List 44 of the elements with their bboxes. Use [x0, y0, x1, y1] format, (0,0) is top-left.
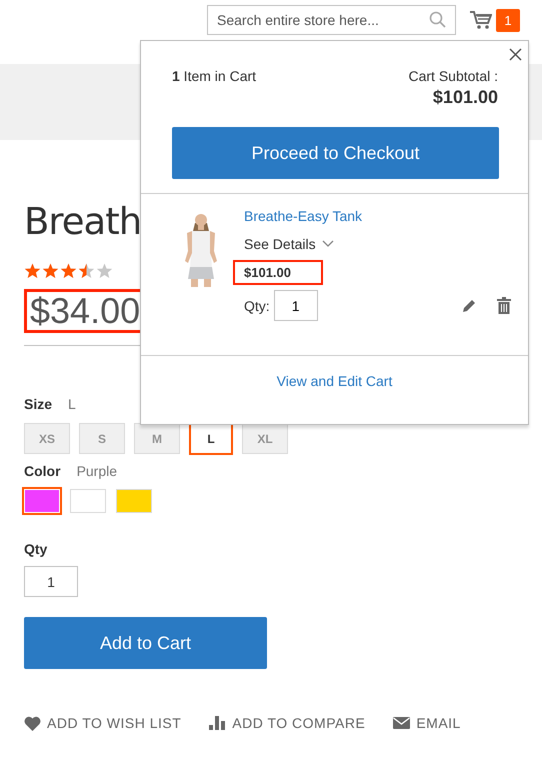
cart-icon[interactable]: [470, 10, 492, 30]
bar-chart-icon: [209, 716, 226, 730]
qty-label: Qty: [24, 541, 48, 557]
size-value: L: [68, 396, 76, 412]
star-icon: [60, 263, 77, 279]
action-link[interactable]: ADD TO WISH LIST: [24, 715, 182, 731]
trash-icon[interactable]: [497, 297, 511, 314]
star-icon: [78, 263, 95, 279]
action-link[interactable]: ADD TO COMPARE: [209, 715, 366, 731]
see-details-toggle[interactable]: See Details: [244, 236, 334, 252]
chevron-down-icon: [322, 240, 334, 248]
cart-item-count: 1 Item in Cart: [172, 68, 256, 86]
color-value: Purple: [76, 463, 118, 479]
item-qty-input[interactable]: 1: [274, 290, 318, 321]
action-link[interactable]: EMAIL: [393, 715, 461, 731]
checkout-button[interactable]: Proceed to Checkout: [172, 127, 499, 179]
star-icon: [42, 263, 59, 279]
search-icon: [429, 11, 447, 29]
heart-icon: [24, 716, 41, 730]
product-name-link[interactable]: Breathe-Easy Tank: [244, 208, 511, 224]
size-option[interactable]: M: [134, 423, 180, 454]
pencil-icon[interactable]: [462, 298, 477, 313]
cart-count-badge: 1: [496, 8, 520, 32]
color-swatch[interactable]: [70, 489, 106, 513]
add-to-cart-button[interactable]: Add to Cart: [24, 617, 267, 669]
size-label: Size: [24, 396, 52, 412]
view-cart-link[interactable]: View and Edit Cart: [276, 373, 392, 389]
subtotal-label: Cart Subtotal :: [408, 68, 498, 84]
subtotal-amount: $101.00: [432, 87, 498, 108]
item-qty-label: Qty:: [244, 298, 270, 314]
product-title: Breath: [24, 199, 142, 245]
size-option[interactable]: XS: [24, 423, 70, 454]
star-icon: [96, 263, 113, 279]
envelope-icon: [393, 717, 410, 729]
size-option[interactable]: XL: [242, 423, 288, 454]
item-price: $101.00: [233, 260, 323, 285]
search-field[interactable]: Search entire store here...: [207, 5, 456, 35]
close-icon[interactable]: [509, 48, 522, 61]
qty-input[interactable]: 1: [24, 566, 78, 597]
color-label: Color: [24, 463, 61, 479]
color-swatch[interactable]: [116, 489, 152, 513]
size-option[interactable]: S: [79, 423, 125, 454]
star-icon: [24, 263, 41, 279]
size-option[interactable]: L: [189, 422, 233, 455]
